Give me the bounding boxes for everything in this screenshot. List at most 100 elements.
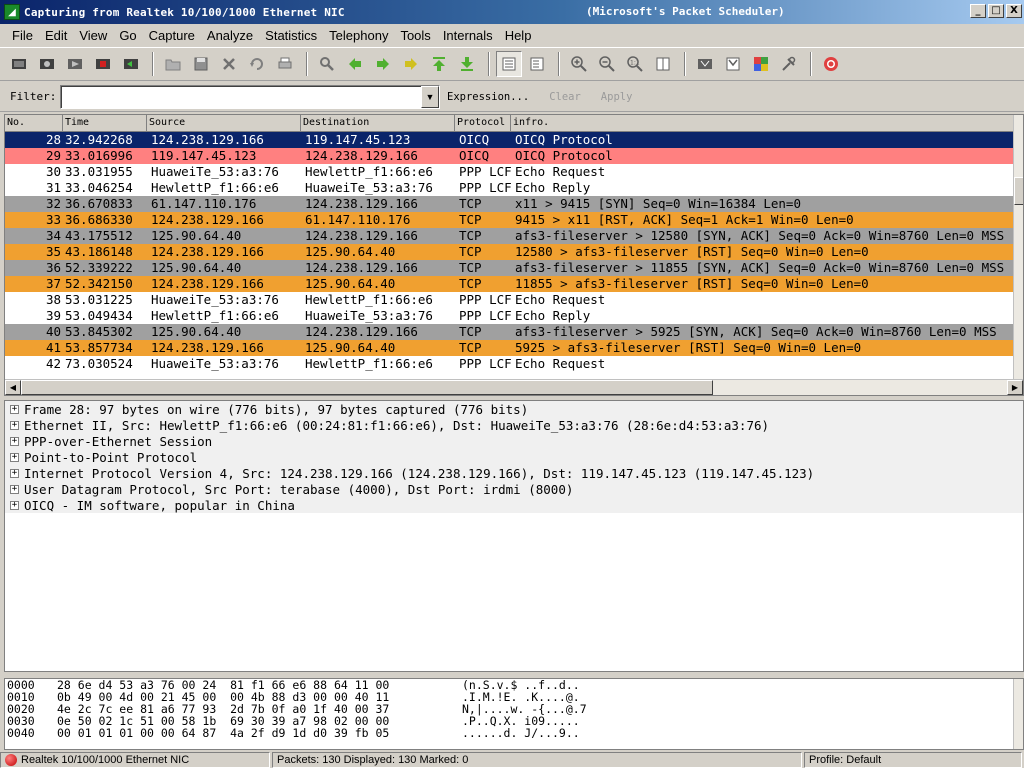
normal-size-icon[interactable]: 1:1 (622, 51, 648, 77)
packet-row[interactable]: 42 73.030524 HuaweiTe_53:a3:76 HewlettP_f1:… (5, 356, 1015, 372)
filter-input[interactable] (60, 84, 440, 109)
menu-internals[interactable]: Internals (437, 28, 499, 43)
packet-destination: 119.147.45.123 (305, 132, 411, 147)
open-file-icon[interactable] (160, 51, 186, 77)
detail-tree-item[interactable]: + Internet Protocol Version 4, Src: 124.2… (5, 465, 1023, 481)
clear-button[interactable]: Clear (549, 91, 581, 103)
packet-destination: 124.238.129.166 (305, 148, 418, 163)
expand-plus-icon[interactable]: + (10, 468, 19, 478)
expand-plus-icon[interactable]: + (10, 484, 19, 494)
restart-capture-icon[interactable] (118, 51, 144, 77)
packet-row[interactable]: 28 32.942268 124.238.129.166 119.147.45.123… (5, 132, 1015, 148)
packet-row[interactable]: 32 36.670833 61.147.110.176 124.238.129.166… (5, 196, 1015, 212)
go-to-packet-icon[interactable] (398, 51, 424, 77)
column-header-source[interactable]: Source (147, 115, 301, 131)
colorize-icon[interactable] (496, 51, 522, 77)
go-back-icon[interactable] (342, 51, 368, 77)
packet-protocol: TCP (459, 324, 482, 339)
capture-filters-icon[interactable] (692, 51, 718, 77)
start-capture-icon[interactable] (62, 51, 88, 77)
menu-statistics[interactable]: Statistics (259, 28, 323, 43)
column-header-info[interactable]: infro. (511, 115, 1015, 131)
packet-list-horizontal-scrollbar[interactable]: ◀ ▶ (5, 379, 1023, 395)
expression-button[interactable]: Expression... (447, 91, 529, 103)
packet-row[interactable]: 41 53.857734 124.238.129.166 125.90.64.40 TC… (5, 340, 1015, 356)
menu-tools[interactable]: Tools (394, 28, 436, 43)
menu-telephony[interactable]: Telephony (323, 28, 394, 43)
column-header-time[interactable]: Time (63, 115, 147, 131)
display-filters-icon[interactable] (720, 51, 746, 77)
column-header-no[interactable]: No. (5, 115, 63, 131)
filter-dropdown-button[interactable]: ▼ (421, 85, 439, 108)
expand-plus-icon[interactable]: + (10, 420, 19, 430)
save-file-icon[interactable] (188, 51, 214, 77)
detail-tree-item[interactable]: + Frame 28: 97 bytes on wire (776 bits), … (5, 401, 1023, 417)
expand-plus-icon[interactable]: + (10, 404, 19, 414)
packet-no: 33 (45, 212, 61, 227)
packet-row[interactable]: 38 53.031225 HuaweiTe_53:a3:76 HewlettP_f1:… (5, 292, 1015, 308)
expand-plus-icon[interactable]: + (10, 436, 19, 446)
detail-tree-item[interactable]: + Point-to-Point Protocol (5, 449, 1023, 465)
horizontal-scroll-thumb[interactable] (21, 380, 713, 395)
packet-row[interactable]: 31 33.046254 HewlettP_f1:66:e6 HuaweiTe_53:… (5, 180, 1015, 196)
packet-row[interactable]: 39 53.049434 HewlettP_f1:66:e6 HuaweiTe_53:… (5, 308, 1015, 324)
detail-item-label: OICQ - IM software, popular in China (24, 497, 295, 513)
bytes-vertical-scrollbar[interactable] (1013, 679, 1023, 749)
close-button[interactable]: X (1006, 4, 1022, 18)
hex-row[interactable]: 0040 00 01 01 01 00 00 64 87 4a 2f d9 1d … (5, 727, 1023, 739)
interfaces-icon[interactable] (6, 51, 32, 77)
menu-help[interactable]: Help (499, 28, 538, 43)
packet-row[interactable]: 36 52.339222 125.90.64.40 124.238.129.166 TC… (5, 260, 1015, 276)
auto-scroll-icon[interactable] (524, 51, 550, 77)
expand-plus-icon[interactable]: + (10, 500, 19, 510)
print-icon[interactable] (272, 51, 298, 77)
packet-row[interactable]: 29 33.016996 119.147.45.123 124.238.129.166… (5, 148, 1015, 164)
resize-columns-icon[interactable] (650, 51, 676, 77)
menu-file[interactable]: File (6, 28, 39, 43)
menu-go[interactable]: Go (113, 28, 142, 43)
reload-icon[interactable] (244, 51, 270, 77)
packet-row[interactable]: 37 52.342150 124.238.129.166 125.90.64.40 TC… (5, 276, 1015, 292)
minimize-button[interactable]: _ (970, 4, 986, 18)
scroll-right-icon[interactable]: ▶ (1007, 380, 1023, 395)
stop-capture-icon[interactable] (90, 51, 116, 77)
go-forward-icon[interactable] (370, 51, 396, 77)
detail-tree-item[interactable]: + Ethernet II, Src: HewlettP_f1:66:e6 (00… (5, 417, 1023, 433)
help-icon[interactable] (818, 51, 844, 77)
apply-button[interactable]: Apply (601, 91, 633, 103)
detail-tree-item[interactable]: + User Datagram Protocol, Src Port: terab… (5, 481, 1023, 497)
column-header-protocol[interactable]: Protocol (455, 115, 511, 131)
status-interface-text: Realtek 10/100/1000 Ethernet NIC (21, 754, 190, 766)
zoom-out-icon[interactable] (594, 51, 620, 77)
menu-view[interactable]: View (73, 28, 113, 43)
first-packet-icon[interactable] (426, 51, 452, 77)
main-toolbar: 1:1 (0, 47, 1024, 81)
menu-capture[interactable]: Capture (143, 28, 201, 43)
find-packet-icon[interactable] (314, 51, 340, 77)
last-packet-icon[interactable] (454, 51, 480, 77)
menu-edit[interactable]: Edit (39, 28, 73, 43)
packet-row[interactable]: 33 36.686330 124.238.129.166 61.147.110.176… (5, 212, 1015, 228)
packet-row[interactable]: 34 43.175512 125.90.64.40 124.238.129.166 TC… (5, 228, 1015, 244)
scroll-left-icon[interactable]: ◀ (5, 380, 21, 395)
packet-list-vertical-scrollbar[interactable] (1013, 115, 1023, 380)
title-bar[interactable]: ◢ Capturing from Realtek 10/100/1000 Eth… (0, 0, 1024, 24)
packet-row[interactable]: 30 33.031955 HuaweiTe_53:a3:76 HewlettP_f1:… (5, 164, 1015, 180)
coloring-rules-icon[interactable] (748, 51, 774, 77)
packet-row[interactable]: 40 53.845302 125.90.64.40 124.238.129.166 TC… (5, 324, 1015, 340)
packet-no: 40 (45, 324, 61, 339)
detail-tree-item[interactable]: + OICQ - IM software, popular in China (5, 497, 1023, 513)
preferences-icon[interactable] (776, 51, 802, 77)
zoom-in-icon[interactable] (566, 51, 592, 77)
detail-tree-item[interactable]: + PPP-over-Ethernet Session (5, 433, 1023, 449)
status-profile[interactable]: Profile: Default (804, 752, 1022, 768)
packet-row[interactable]: 35 43.186148 124.238.129.166 125.90.64.40 TC… (5, 244, 1015, 260)
close-file-icon[interactable] (216, 51, 242, 77)
column-header-destination[interactable]: Destination (301, 115, 455, 131)
capture-options-icon[interactable] (34, 51, 60, 77)
menu-analyze[interactable]: Analyze (201, 28, 259, 43)
maximize-button[interactable]: □ (988, 4, 1004, 18)
expand-plus-icon[interactable]: + (10, 452, 19, 462)
status-interface[interactable]: Realtek 10/100/1000 Ethernet NIC (0, 752, 270, 768)
packet-list-body: 28 32.942268 124.238.129.166 119.147.45.123… (5, 132, 1015, 380)
